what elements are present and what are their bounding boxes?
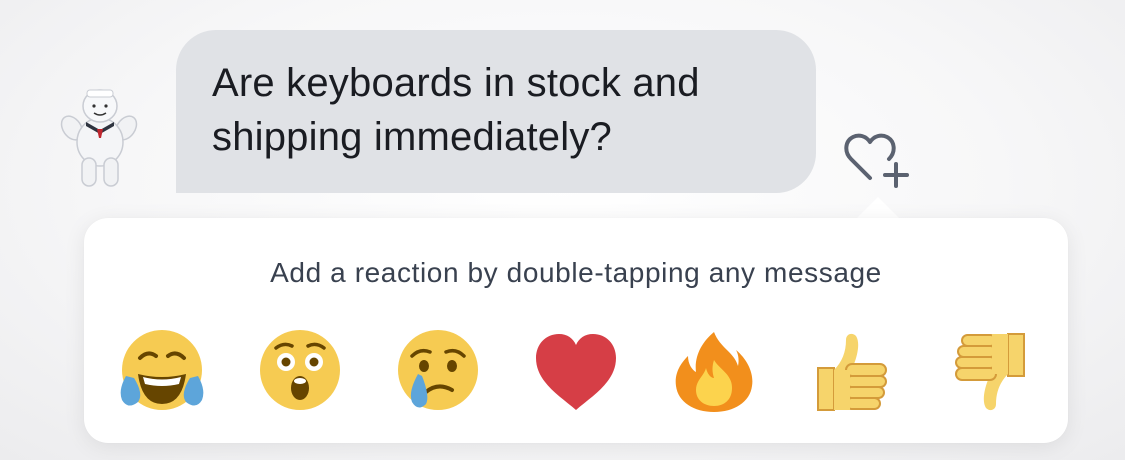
message-text-line-1: Are keyboards in stock and [212,61,700,105]
face-with-tears-of-joy-icon [120,330,204,410]
reaction-thumbs-up[interactable] [806,326,898,418]
message-timestamp [178,204,478,218]
avatar[interactable] [60,86,140,196]
message-text-line-2: shipping immediately? [212,115,612,159]
reaction-crying[interactable] [392,326,484,418]
add-reaction-button[interactable] [840,128,916,192]
thumbs-down-icon [955,333,1025,411]
reaction-hint: Add a reaction by double-tapping any mes… [270,257,882,288]
message-bubble[interactable]: Are keyboards in stock and shipping imme… [176,30,816,193]
heart-plus-icon [844,133,909,188]
fire-icon [675,332,753,412]
panel-pointer [856,197,900,219]
reaction-thumbs-down[interactable] [944,326,1036,418]
reaction-fire[interactable] [668,326,760,418]
reaction-tears-of-joy[interactable] [116,326,208,418]
marshmallow-man-icon [60,89,138,187]
reaction-panel: Add a reaction by double-tapping any mes… [84,218,1068,443]
crying-face-icon [398,330,478,410]
reaction-astonished[interactable] [254,326,346,418]
red-heart-icon [536,334,616,410]
thumbs-up-icon [817,333,887,411]
astonished-face-icon [260,330,340,410]
reaction-heart[interactable] [530,326,622,418]
